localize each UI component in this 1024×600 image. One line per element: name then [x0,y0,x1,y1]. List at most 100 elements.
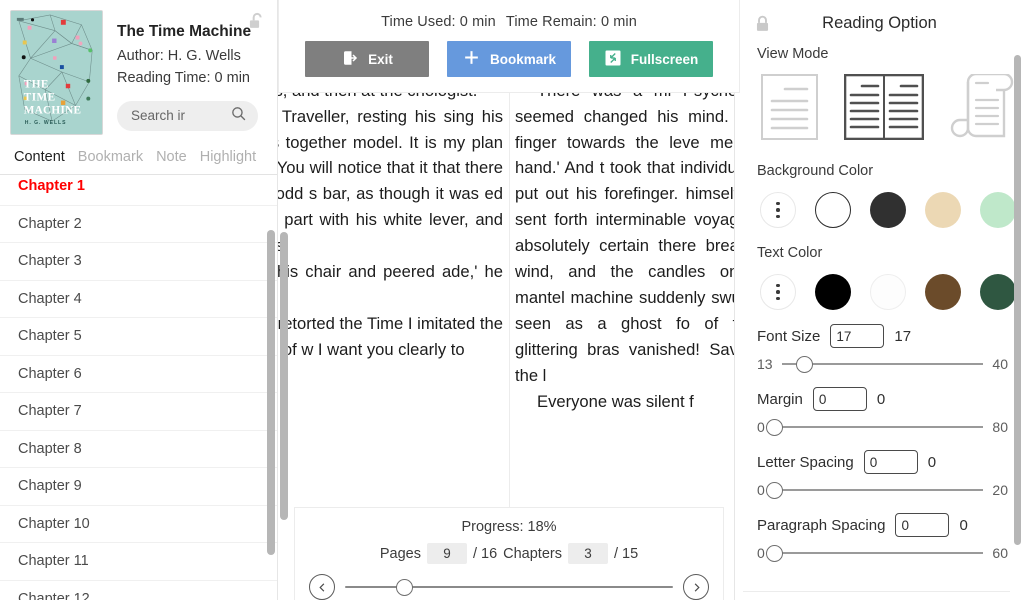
reader-scrollbar[interactable] [280,232,288,520]
fullscreen-button[interactable]: Fullscreen [589,41,713,77]
options-scrollbar[interactable] [1014,55,1021,545]
reader-top-toolbar: Time Used: 0 min Time Remain: 0 min Exit [278,0,740,93]
paragraph-spacing-label: Paragraph Spacing [757,516,886,534]
book-author: Author: H. G. Wells [117,47,241,64]
text-swatch-black[interactable] [815,274,851,310]
chapter-item[interactable]: Chapter 4 [0,281,277,318]
view-mode-double-page-icon[interactable] [843,73,925,145]
paragraph-spacing-slider-handle[interactable] [765,544,783,562]
margin-slider[interactable] [765,418,984,436]
view-mode-scroll-icon[interactable] [950,72,1014,145]
paragraph-spacing-input[interactable] [895,513,950,537]
book-cover: THE TIME MACHINE H. G. WELLS [10,10,103,135]
page-slider-row [295,574,723,600]
background-color-label: Background Color [757,163,874,179]
search-input[interactable] [131,108,228,124]
reader-bottom-bar: Progress: 18% Pages 9 / 16 Chapters 3 / … [294,507,724,600]
letter-spacing-slider-handle[interactable] [765,481,783,499]
page-number-input[interactable]: 9 [426,543,467,564]
chapter-total: / 15 [613,545,639,562]
chapter-item[interactable]: Chapter 12 [0,581,277,600]
exit-label: Exit [368,51,393,67]
text-swatch-white[interactable] [870,274,906,310]
paragraph-spacing-min: 0 [757,545,765,561]
search-box[interactable] [117,100,258,131]
chapter-item[interactable]: Chapter 11 [0,543,277,581]
pager-status: Pages 9 / 16 Chapters 3 / 15 [295,543,723,564]
prev-page-button[interactable] [309,574,335,600]
font-size-max: 40 [992,356,1008,372]
page-slider-track [345,586,673,588]
next-page-button[interactable] [683,574,709,600]
svg-text:TIME: TIME [24,92,56,104]
book-meta: The Time Machine Author: H. G. Wells Rea… [103,10,269,135]
page-slider[interactable] [345,578,673,596]
view-mode-label: View Mode [757,46,829,62]
view-mode-single-page-icon[interactable] [761,74,818,145]
letter-spacing-input[interactable] [863,450,918,474]
chapter-item[interactable]: Chapter 9 [0,468,277,506]
background-swatch-dark[interactable] [870,192,906,228]
plus-icon [462,48,481,70]
bookmark-button[interactable]: Bookmark [447,41,571,77]
svg-text:MACHINE: MACHINE [24,104,82,116]
letter-spacing-slider-track [773,489,984,491]
sidebar-scrollbar[interactable] [267,230,275,555]
pages-label: Pages [379,545,421,562]
exit-icon [341,49,359,70]
margin-slider-handle[interactable] [765,418,783,436]
font-size-slider[interactable] [781,355,984,373]
options-divider [743,591,1010,592]
margin-value: 0 [876,390,886,408]
text-color-more-button[interactable] [760,274,796,310]
letter-spacing-control: Letter Spacing 0 0 20 [735,450,1024,499]
text-color-swatches [735,267,1024,310]
chapter-item[interactable]: Chapter 8 [0,431,277,468]
ebook-reader-app: THE TIME MACHINE H. G. WELLS The Time Ma… [0,0,1024,600]
chapter-item[interactable]: Chapter 2 [0,206,277,243]
letter-spacing-slider[interactable] [765,481,984,499]
chapter-number-input[interactable]: 3 [567,543,608,564]
background-color-swatches [735,185,1024,228]
margin-max: 80 [992,419,1008,435]
options-header: Reading Option [735,0,1024,46]
paragraph-spacing-slider-track [773,552,984,554]
chapter-item[interactable]: Chapter 3 [0,243,277,281]
background-swatch-white[interactable] [815,192,851,228]
letter-spacing-min: 0 [757,482,765,498]
font-size-control: Font Size 17 13 40 [735,324,1024,373]
time-status: Time Used: 0 min Time Remain: 0 min [279,0,739,30]
background-swatch-sepia[interactable] [925,192,961,228]
page-slider-handle[interactable] [396,578,414,596]
page-total: / 16 [472,545,498,562]
reader-pane: Man stood behind the the alert. It appea… [278,0,740,600]
background-color-more-button[interactable] [760,192,796,228]
font-size-label: Font Size [757,327,821,345]
margin-control: Margin 0 0 80 [735,387,1024,436]
paragraph-spacing-control: Paragraph Spacing 0 0 60 [735,513,1024,562]
margin-input[interactable] [812,387,867,411]
paragraph-spacing-slider[interactable] [765,544,984,562]
svg-text:H. G. WELLS: H. G. WELLS [25,120,67,126]
reading-options-panel: Reading Option View Mode Background Colo… [734,0,1024,600]
exit-button[interactable]: Exit [305,41,429,77]
text-swatch-dark-green[interactable] [980,274,1016,310]
book-reading-time: Reading Time: 0 min [117,70,250,87]
lock-icon[interactable] [753,14,772,40]
text-swatch-brown[interactable] [925,274,961,310]
unlock-icon[interactable] [247,11,267,38]
font-size-slider-handle[interactable] [795,355,813,373]
svg-text:THE: THE [24,79,49,91]
view-mode-options [735,68,1024,149]
chapter-item[interactable]: Chapter 1 [0,168,277,206]
sidebar: THE TIME MACHINE H. G. WELLS The Time Ma… [0,0,278,600]
chapter-list[interactable]: Chapter 1 Chapter 2 Chapter 3 Chapter 4 … [0,168,277,600]
text-color-label: Text Color [757,245,823,261]
chapter-item[interactable]: Chapter 10 [0,506,277,543]
chapter-item[interactable]: Chapter 7 [0,393,277,431]
chapter-item[interactable]: Chapter 6 [0,356,277,393]
font-size-input[interactable] [830,324,885,348]
fullscreen-icon [604,49,622,70]
chapter-item[interactable]: Chapter 5 [0,318,277,356]
background-swatch-mint[interactable] [980,192,1016,228]
